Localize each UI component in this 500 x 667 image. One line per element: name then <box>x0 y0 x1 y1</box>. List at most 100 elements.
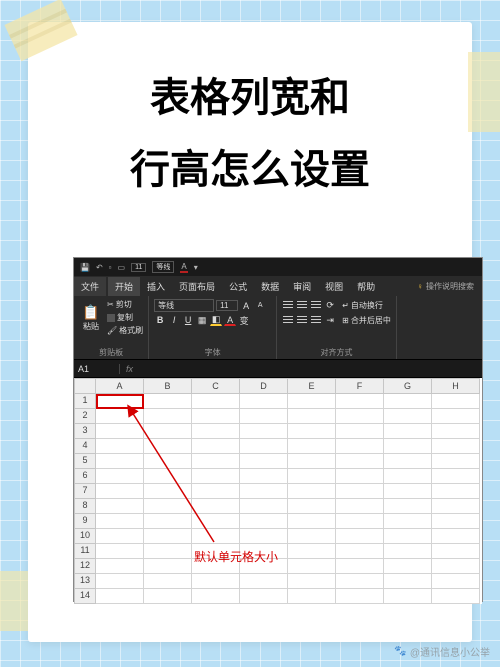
cell[interactable] <box>384 574 432 589</box>
cell[interactable] <box>192 469 240 484</box>
col-header-d[interactable]: D <box>240 378 288 394</box>
cell[interactable] <box>96 499 144 514</box>
cell[interactable] <box>192 439 240 454</box>
orientation-icon[interactable]: ⟳ <box>324 299 336 311</box>
cell[interactable] <box>144 589 192 604</box>
cell[interactable] <box>336 514 384 529</box>
cell[interactable] <box>288 394 336 409</box>
cell[interactable] <box>288 469 336 484</box>
cell[interactable] <box>384 439 432 454</box>
tab-help[interactable]: 帮助 <box>350 277 382 296</box>
row-header[interactable]: 3 <box>74 424 96 439</box>
col-header-c[interactable]: C <box>192 378 240 394</box>
cell[interactable] <box>384 499 432 514</box>
cell[interactable] <box>144 469 192 484</box>
cell[interactable] <box>384 484 432 499</box>
cell[interactable] <box>240 424 288 439</box>
cell[interactable] <box>192 394 240 409</box>
cell[interactable] <box>96 514 144 529</box>
cell[interactable] <box>384 514 432 529</box>
cell[interactable] <box>96 484 144 499</box>
cell[interactable] <box>240 499 288 514</box>
cell[interactable] <box>96 409 144 424</box>
row-header[interactable]: 2 <box>74 409 96 424</box>
cell[interactable] <box>288 499 336 514</box>
cell[interactable] <box>144 514 192 529</box>
cell[interactable] <box>432 574 480 589</box>
cell[interactable] <box>192 529 240 544</box>
cell[interactable] <box>144 544 192 559</box>
col-header-h[interactable]: H <box>432 378 480 394</box>
cell[interactable] <box>96 394 144 409</box>
cell[interactable] <box>336 469 384 484</box>
cell[interactable] <box>432 484 480 499</box>
cell[interactable] <box>384 469 432 484</box>
name-box[interactable]: A1 <box>74 364 120 374</box>
cell[interactable] <box>288 529 336 544</box>
cell[interactable] <box>96 424 144 439</box>
cell[interactable] <box>384 409 432 424</box>
cell[interactable] <box>144 574 192 589</box>
align-right-icon[interactable] <box>310 314 322 326</box>
row-header[interactable]: 14 <box>74 589 96 604</box>
fx-icon[interactable]: fx <box>120 364 139 374</box>
cell[interactable] <box>144 394 192 409</box>
cell[interactable] <box>144 484 192 499</box>
cell[interactable] <box>336 424 384 439</box>
cell[interactable] <box>384 394 432 409</box>
cell[interactable] <box>288 424 336 439</box>
copy-button[interactable]: 复制 <box>107 312 143 323</box>
cell[interactable] <box>144 559 192 574</box>
underline-icon[interactable]: U <box>182 314 194 326</box>
cell[interactable] <box>192 499 240 514</box>
row-header[interactable]: 7 <box>74 484 96 499</box>
cell[interactable] <box>240 484 288 499</box>
bold-icon[interactable]: B <box>154 314 166 326</box>
cell[interactable] <box>384 559 432 574</box>
cell[interactable] <box>288 439 336 454</box>
cell[interactable] <box>96 439 144 454</box>
cell[interactable] <box>336 574 384 589</box>
row-header[interactable]: 8 <box>74 499 96 514</box>
col-header-f[interactable]: F <box>336 378 384 394</box>
merge-center-button[interactable]: ⊞合并后居中 <box>342 314 391 326</box>
align-left-icon[interactable] <box>282 314 294 326</box>
align-center-icon[interactable] <box>296 314 308 326</box>
cell[interactable] <box>96 574 144 589</box>
row-header[interactable]: 5 <box>74 454 96 469</box>
cell[interactable] <box>288 514 336 529</box>
cell[interactable] <box>384 529 432 544</box>
cell[interactable] <box>192 514 240 529</box>
font-name-combo[interactable]: 等线 <box>154 299 214 312</box>
cell[interactable] <box>384 544 432 559</box>
cell[interactable] <box>144 529 192 544</box>
col-header-e[interactable]: E <box>288 378 336 394</box>
tab-review[interactable]: 审阅 <box>286 277 318 296</box>
cell[interactable] <box>288 544 336 559</box>
tab-file[interactable]: 文件 <box>74 277 106 296</box>
cell[interactable] <box>384 589 432 604</box>
row-header[interactable]: 10 <box>74 529 96 544</box>
col-header-b[interactable]: B <box>144 378 192 394</box>
tell-me-search[interactable]: ♀ 操作说明搜索 <box>417 281 482 292</box>
cell[interactable] <box>240 469 288 484</box>
cell[interactable] <box>432 394 480 409</box>
decrease-font-icon[interactable]: A <box>254 300 266 312</box>
cut-button[interactable]: ✂剪切 <box>107 299 143 310</box>
wrap-text-button[interactable]: ↵自动换行 <box>342 299 383 311</box>
col-header-g[interactable]: G <box>384 378 432 394</box>
cell[interactable] <box>192 454 240 469</box>
cell[interactable] <box>192 484 240 499</box>
cell[interactable] <box>240 409 288 424</box>
cell[interactable] <box>192 589 240 604</box>
cell[interactable] <box>240 589 288 604</box>
cell[interactable] <box>288 484 336 499</box>
cell[interactable] <box>432 439 480 454</box>
tab-home[interactable]: 开始 <box>108 277 140 296</box>
cell[interactable] <box>96 454 144 469</box>
cell[interactable] <box>336 544 384 559</box>
cell[interactable] <box>336 559 384 574</box>
cell[interactable] <box>336 439 384 454</box>
save-icon[interactable]: 💾 <box>80 263 90 272</box>
indent-icon[interactable]: ⇥ <box>324 314 336 326</box>
